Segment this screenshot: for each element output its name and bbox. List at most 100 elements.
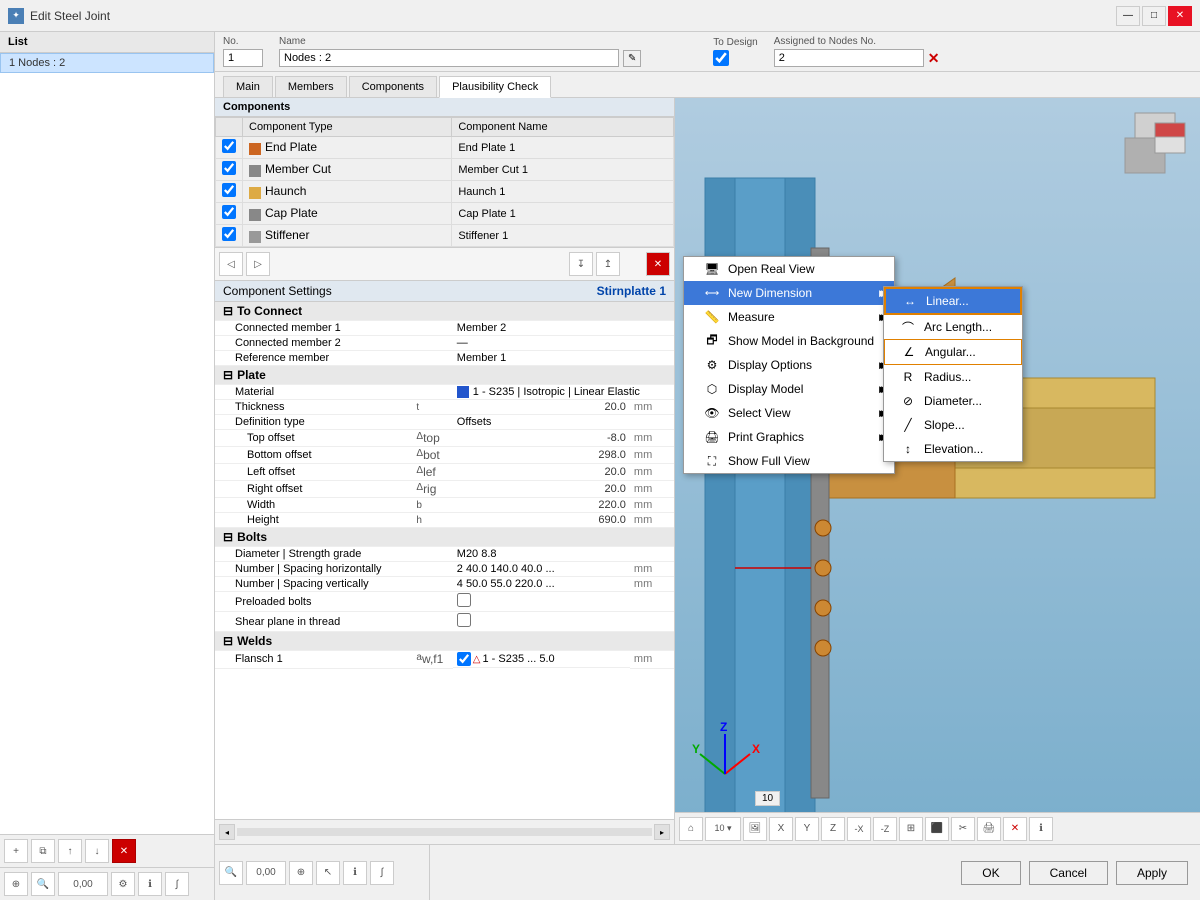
- vp-info-btn[interactable]: ℹ: [1029, 817, 1053, 841]
- add-button[interactable]: +: [4, 839, 28, 863]
- export-btn[interactable]: ↥: [596, 252, 620, 276]
- info-btn[interactable]: ℹ: [138, 872, 162, 896]
- component-row[interactable]: Cap Plate Cap Plate 1: [216, 203, 674, 225]
- component-row[interactable]: Stiffener Stiffener 1: [216, 225, 674, 247]
- component-checkbox[interactable]: [222, 161, 236, 175]
- setting-row: Connected member 2 —: [215, 336, 674, 351]
- scroll-left-btn[interactable]: ◂: [219, 824, 235, 840]
- vp-clip-btn[interactable]: ✂: [951, 817, 975, 841]
- move-down-button[interactable]: ↓: [85, 839, 109, 863]
- import-btn[interactable]: ↧: [569, 252, 593, 276]
- bottom-cursor-btn[interactable]: ⊕: [289, 861, 313, 885]
- submenu-label: Diameter...: [924, 394, 982, 408]
- menu-display-options[interactable]: ⚙ Display Options ▶: [684, 353, 894, 377]
- preloaded-check[interactable]: [457, 593, 471, 607]
- vp-render-btn[interactable]: 🖼: [743, 817, 767, 841]
- vp-zneg-btn[interactable]: -Z: [873, 817, 897, 841]
- bottom-select-btn[interactable]: ↖: [316, 861, 340, 885]
- setting-label: Top offset: [215, 430, 412, 447]
- view-icon: 👁: [704, 405, 720, 421]
- vp-wire-btn[interactable]: ⊞: [899, 817, 923, 841]
- elevation-icon: ↕: [900, 441, 916, 457]
- name-edit-button[interactable]: ✎: [623, 50, 641, 67]
- menu-print-graphics[interactable]: 🖨 Print Graphics ▶: [684, 425, 894, 449]
- vp-solid-btn[interactable]: ⬛: [925, 817, 949, 841]
- bottom-calc-btn[interactable]: ∫: [370, 861, 394, 885]
- component-checkbox[interactable]: [222, 227, 236, 241]
- bottom-val-btn[interactable]: 0,00: [246, 861, 286, 885]
- maximize-button[interactable]: □: [1142, 6, 1166, 26]
- shear-check[interactable]: [457, 613, 471, 627]
- submenu-diameter[interactable]: ⊘ Diameter...: [884, 389, 1022, 413]
- vp-home-btn[interactable]: ⌂: [679, 817, 703, 841]
- close-button[interactable]: ✕: [1168, 6, 1192, 26]
- to-design-checkbox[interactable]: [713, 50, 729, 66]
- move-left-btn[interactable]: ◁: [219, 252, 243, 276]
- vp-print-btn[interactable]: 🖨: [977, 817, 1001, 841]
- setting-label: Number | Spacing horizontally: [215, 562, 412, 577]
- menu-show-full-view[interactable]: ⛶ Show Full View: [684, 449, 894, 473]
- zoom-button[interactable]: 🔍: [31, 872, 55, 896]
- component-row[interactable]: Member Cut Member Cut 1: [216, 159, 674, 181]
- menu-new-dimension[interactable]: ⟷ New Dimension ▶: [684, 281, 894, 305]
- component-row[interactable]: End Plate End Plate 1: [216, 137, 674, 159]
- tab-main[interactable]: Main: [223, 76, 273, 97]
- scroll-right-btn[interactable]: ▸: [654, 824, 670, 840]
- cancel-button[interactable]: Cancel: [1029, 861, 1108, 885]
- tab-components[interactable]: Components: [349, 76, 437, 97]
- minimize-button[interactable]: —: [1116, 6, 1140, 26]
- move-right-btn[interactable]: ▷: [246, 252, 270, 276]
- setting-row: Diameter | Strength grade M20 8.8: [215, 547, 674, 562]
- name-input[interactable]: [279, 49, 619, 67]
- vp-z-btn[interactable]: Z: [821, 817, 845, 841]
- list-item[interactable]: 1 Nodes : 2: [0, 53, 214, 73]
- component-row[interactable]: Haunch Haunch 1: [216, 181, 674, 203]
- menu-open-real-view[interactable]: 🖥 Open Real View: [684, 257, 894, 281]
- viewport[interactable]: X Y Z 10: [675, 98, 1200, 844]
- menu-display-model[interactable]: ⬡ Display Model ▶: [684, 377, 894, 401]
- horizontal-scrollbar[interactable]: ◂ ▸: [215, 819, 674, 844]
- submenu-radius[interactable]: R Radius...: [884, 365, 1022, 389]
- view-button[interactable]: ⊕: [4, 872, 28, 896]
- ok-button[interactable]: OK: [961, 861, 1020, 885]
- bottom-info-btn[interactable]: ℹ: [343, 861, 367, 885]
- copy-button[interactable]: ⧉: [31, 839, 55, 863]
- submenu-arc-length[interactable]: ⌒ Arc Length...: [884, 315, 1022, 339]
- input-field[interactable]: 0,00: [58, 872, 108, 896]
- vp-delete-btn[interactable]: ✕: [1003, 817, 1027, 841]
- menu-show-model-bg[interactable]: 🗗 Show Model in Background: [684, 329, 894, 353]
- setting-label: Shear plane in thread: [215, 612, 412, 632]
- component-checkbox[interactable]: [222, 139, 236, 153]
- calc-btn[interactable]: ∫: [165, 872, 189, 896]
- vp-y-btn[interactable]: Y: [795, 817, 819, 841]
- setting-value: Offsets: [453, 415, 630, 430]
- settings-btn[interactable]: ⚙: [111, 872, 135, 896]
- settings-header-label: Component Settings: [223, 284, 332, 298]
- submenu-linear[interactable]: ↔ Linear...: [884, 287, 1022, 315]
- move-up-button[interactable]: ↑: [58, 839, 82, 863]
- bottom-zoom-btn[interactable]: 🔍: [219, 861, 243, 885]
- vp-xneg-btn[interactable]: -X: [847, 817, 871, 841]
- menu-measure[interactable]: 📏 Measure ▶: [684, 305, 894, 329]
- no-label: No.: [223, 36, 263, 47]
- component-checkbox[interactable]: [222, 183, 236, 197]
- vp-scale-btn[interactable]: 10 ▾: [705, 817, 741, 841]
- vp-x-btn[interactable]: X: [769, 817, 793, 841]
- assigned-delete-button[interactable]: ✕: [928, 50, 940, 67]
- menu-select-view[interactable]: 👁 Select View ▶: [684, 401, 894, 425]
- submenu-slope[interactable]: ╱ Slope...: [884, 413, 1022, 437]
- delete-button[interactable]: ✕: [112, 839, 136, 863]
- submenu-elevation[interactable]: ↕ Elevation...: [884, 437, 1022, 461]
- window-controls: — □ ✕: [1116, 6, 1192, 26]
- remove-comp-btn[interactable]: ✕: [646, 252, 670, 276]
- tab-plausibility[interactable]: Plausibility Check: [439, 76, 551, 98]
- assigned-input[interactable]: [774, 49, 924, 67]
- table-toolbar: ◁ ▷ ↧ ↥ ✕: [215, 247, 674, 281]
- weld-check[interactable]: [457, 652, 471, 666]
- main-container: List 1 Nodes : 2 + ⧉ ↑ ↓ ✕ ⊕ 🔍 0,00 ⚙ ℹ …: [0, 32, 1200, 900]
- submenu-angular[interactable]: ∠ Angular...: [884, 339, 1022, 365]
- no-input[interactable]: [223, 49, 263, 67]
- apply-button[interactable]: Apply: [1116, 861, 1188, 885]
- component-checkbox[interactable]: [222, 205, 236, 219]
- tab-members[interactable]: Members: [275, 76, 347, 97]
